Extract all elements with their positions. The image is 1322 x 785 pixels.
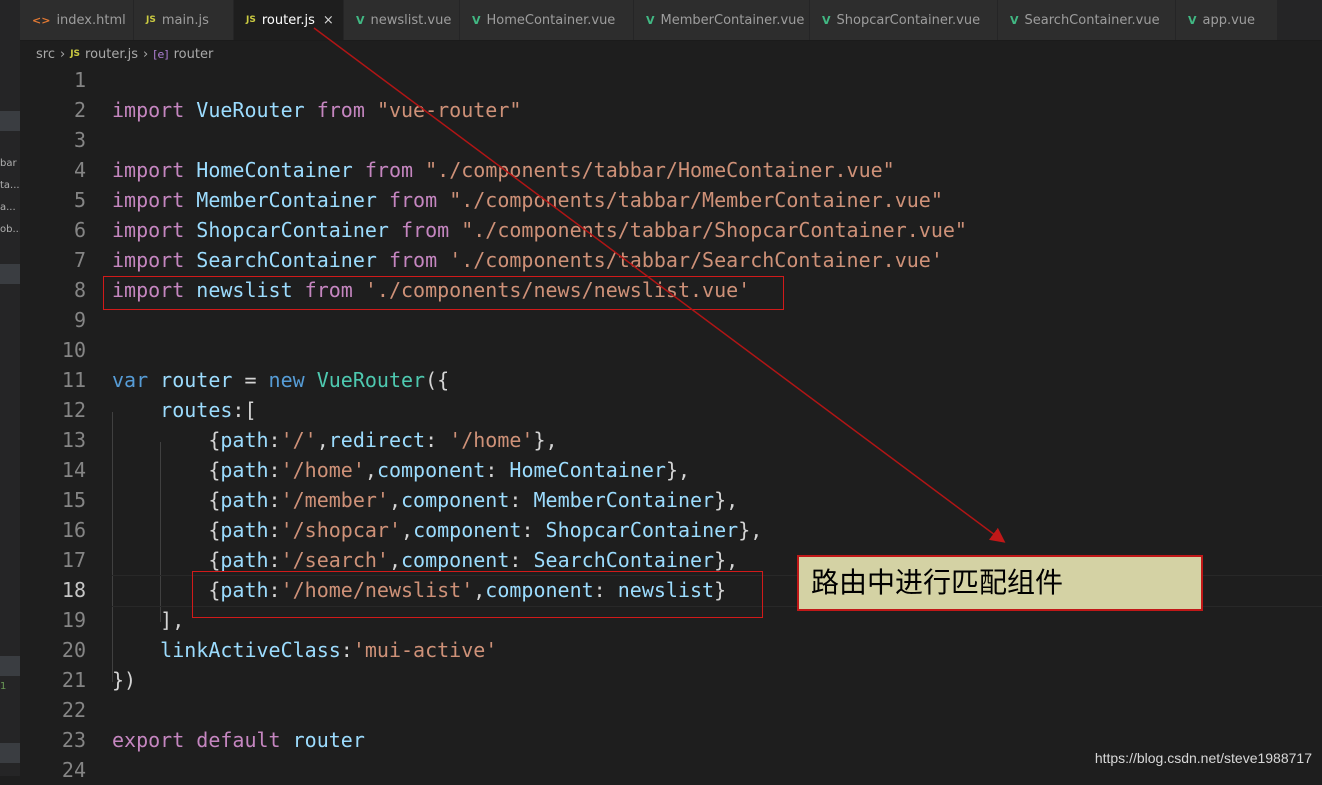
watermark: https://blog.csdn.net/steve1988717 bbox=[1094, 750, 1312, 766]
annotation-callout: 路由中进行匹配组件 bbox=[797, 555, 1203, 611]
annotation-arrow bbox=[313, 27, 1006, 543]
